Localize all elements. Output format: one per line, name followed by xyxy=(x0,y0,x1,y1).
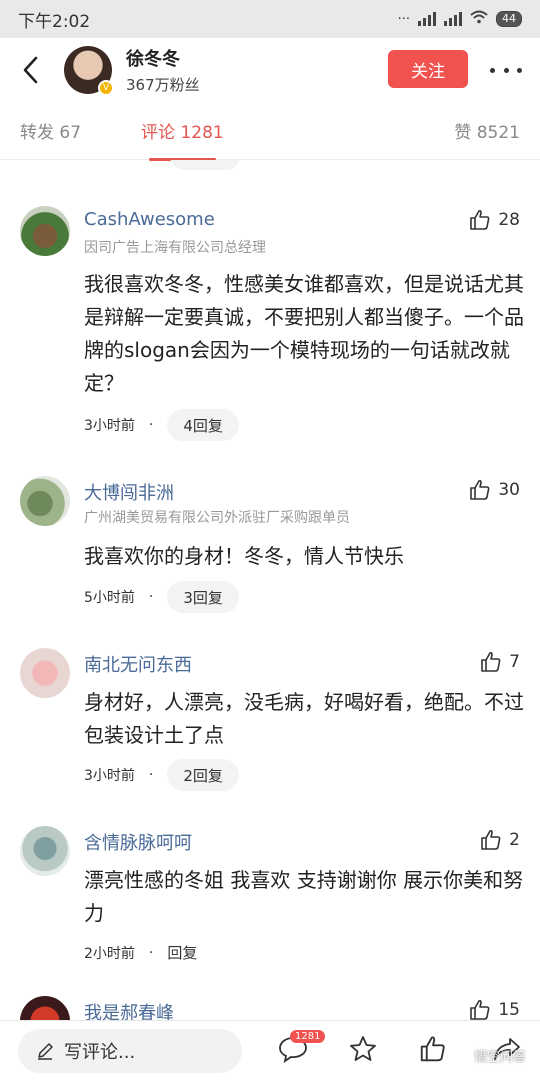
status-bar: 下午2:02 ··· 44 xyxy=(0,0,540,38)
thumbs-up-icon xyxy=(481,829,501,850)
commenter-title: 因司广告上海有限公司总经理 xyxy=(84,240,266,256)
user-name: 徐冬冬 xyxy=(126,49,180,70)
fan-count: 367万粉丝 xyxy=(126,76,200,94)
previous-comment-fragment xyxy=(0,160,540,172)
thumbs-up-icon xyxy=(481,651,501,672)
tab-repost[interactable]: 转发 67 xyxy=(20,118,81,143)
commenter-name[interactable]: 大博闯非洲 xyxy=(84,479,174,505)
comment-meta: 5小时前 · 3回复 xyxy=(84,581,239,613)
comment-meta: 2小时前 · 回复 xyxy=(84,942,198,963)
commenter-name[interactable]: 含情脉脉呵呵 xyxy=(84,829,192,855)
tab-likes[interactable]: 赞 8521 xyxy=(454,118,520,143)
status-icons: ··· 44 xyxy=(398,10,522,28)
status-time: 下午2:02 xyxy=(18,11,91,32)
avatar[interactable]: V xyxy=(64,46,114,96)
like-button[interactable]: 15 xyxy=(468,998,520,1020)
comment-text: 我很喜欢冬冬，性感美女谁都喜欢，但是说话尤其是辩解一定要真诚，不要把别人都当傻子… xyxy=(84,272,524,395)
comment-time: 3小时前 xyxy=(84,418,135,434)
like-button[interactable]: 28 xyxy=(468,208,520,232)
pencil-icon xyxy=(38,1042,53,1060)
more-options-icon[interactable] xyxy=(490,58,522,82)
watermark: 悟空问答 xyxy=(454,1046,526,1065)
reply-count-button[interactable]: 4回复 xyxy=(167,409,239,441)
like-count: 15 xyxy=(498,1000,520,1020)
comment-time: 5小时前 xyxy=(84,590,135,606)
signal-icon xyxy=(418,12,436,26)
reply-count-button[interactable]: 2回复 xyxy=(167,759,239,791)
comment-text: 身材好，人漂亮，没毛病，好喝好看，绝配。不过包装设计土了点 xyxy=(84,690,524,747)
comment-text: 漂亮性感的冬姐 我喜欢 支持谢谢你 展示你美和努力 xyxy=(84,868,524,925)
like-count: 7 xyxy=(509,652,520,672)
thumbs-up-icon xyxy=(470,209,490,230)
back-arrow-icon[interactable] xyxy=(18,50,42,90)
notification-dots-icon: ··· xyxy=(397,11,410,27)
thumbs-up-icon xyxy=(470,479,490,500)
battery-icon: 44 xyxy=(496,11,522,27)
like-count: 2 xyxy=(509,830,520,850)
wifi-icon xyxy=(470,10,488,28)
signal-2-icon xyxy=(444,12,462,26)
follow-button[interactable]: 关注 xyxy=(388,50,468,88)
tab-bar: 转发 67 评论 1281 赞 8521 xyxy=(0,102,540,161)
reply-button[interactable]: 回复 xyxy=(167,942,197,963)
comment-time: 2小时前 xyxy=(84,945,135,962)
comment-meta: 3小时前 · 2回复 xyxy=(84,759,239,791)
like-button[interactable]: 2 xyxy=(479,828,520,852)
like-button[interactable]: 7 xyxy=(479,650,520,674)
write-comment-input[interactable]: 写评论... xyxy=(18,1028,242,1073)
commenter-avatar[interactable] xyxy=(20,206,70,256)
commenter-name[interactable]: 我是郝春峰 xyxy=(84,999,174,1020)
comment-count-badge: 1281 xyxy=(290,1030,326,1043)
commenter-avatar[interactable] xyxy=(20,996,70,1020)
comment-meta: 3小时前 · 4回复 xyxy=(84,409,239,441)
user-info: 徐冬冬 367万粉丝 xyxy=(126,45,200,95)
commenter-name[interactable]: 南北无问东西 xyxy=(84,651,192,677)
like-button[interactable]: 30 xyxy=(468,478,520,502)
commenter-name[interactable]: CashAwesome xyxy=(84,209,215,230)
thumbs-up-icon xyxy=(470,999,490,1020)
comment-time: 3小时前 xyxy=(84,768,135,784)
commenter-avatar[interactable] xyxy=(20,476,70,526)
profile-header: V 徐冬冬 367万粉丝 关注 xyxy=(0,38,540,102)
like-count: 28 xyxy=(498,210,520,230)
star-icon[interactable] xyxy=(346,1032,380,1066)
commenter-title: 广州湖美贸易有限公司外派驻厂采购跟单员 xyxy=(84,510,350,526)
verified-badge-icon: V xyxy=(98,80,114,96)
watermark-text: 悟空问答 xyxy=(473,1050,526,1065)
like-count: 30 xyxy=(498,480,520,500)
commenter-avatar[interactable] xyxy=(20,648,70,698)
thumbs-up-icon[interactable] xyxy=(416,1032,450,1066)
commenter-avatar[interactable] xyxy=(20,826,70,876)
comment-item: 我是郝春峰 15 xyxy=(0,980,540,1020)
tab-comments[interactable]: 评论 1281 xyxy=(141,118,224,161)
reply-count-button[interactable]: 3回复 xyxy=(167,581,239,613)
comment-placeholder: 写评论... xyxy=(64,1041,136,1063)
comment-text: 我喜欢你的身材！冬冬，情人节快乐 xyxy=(84,544,404,568)
